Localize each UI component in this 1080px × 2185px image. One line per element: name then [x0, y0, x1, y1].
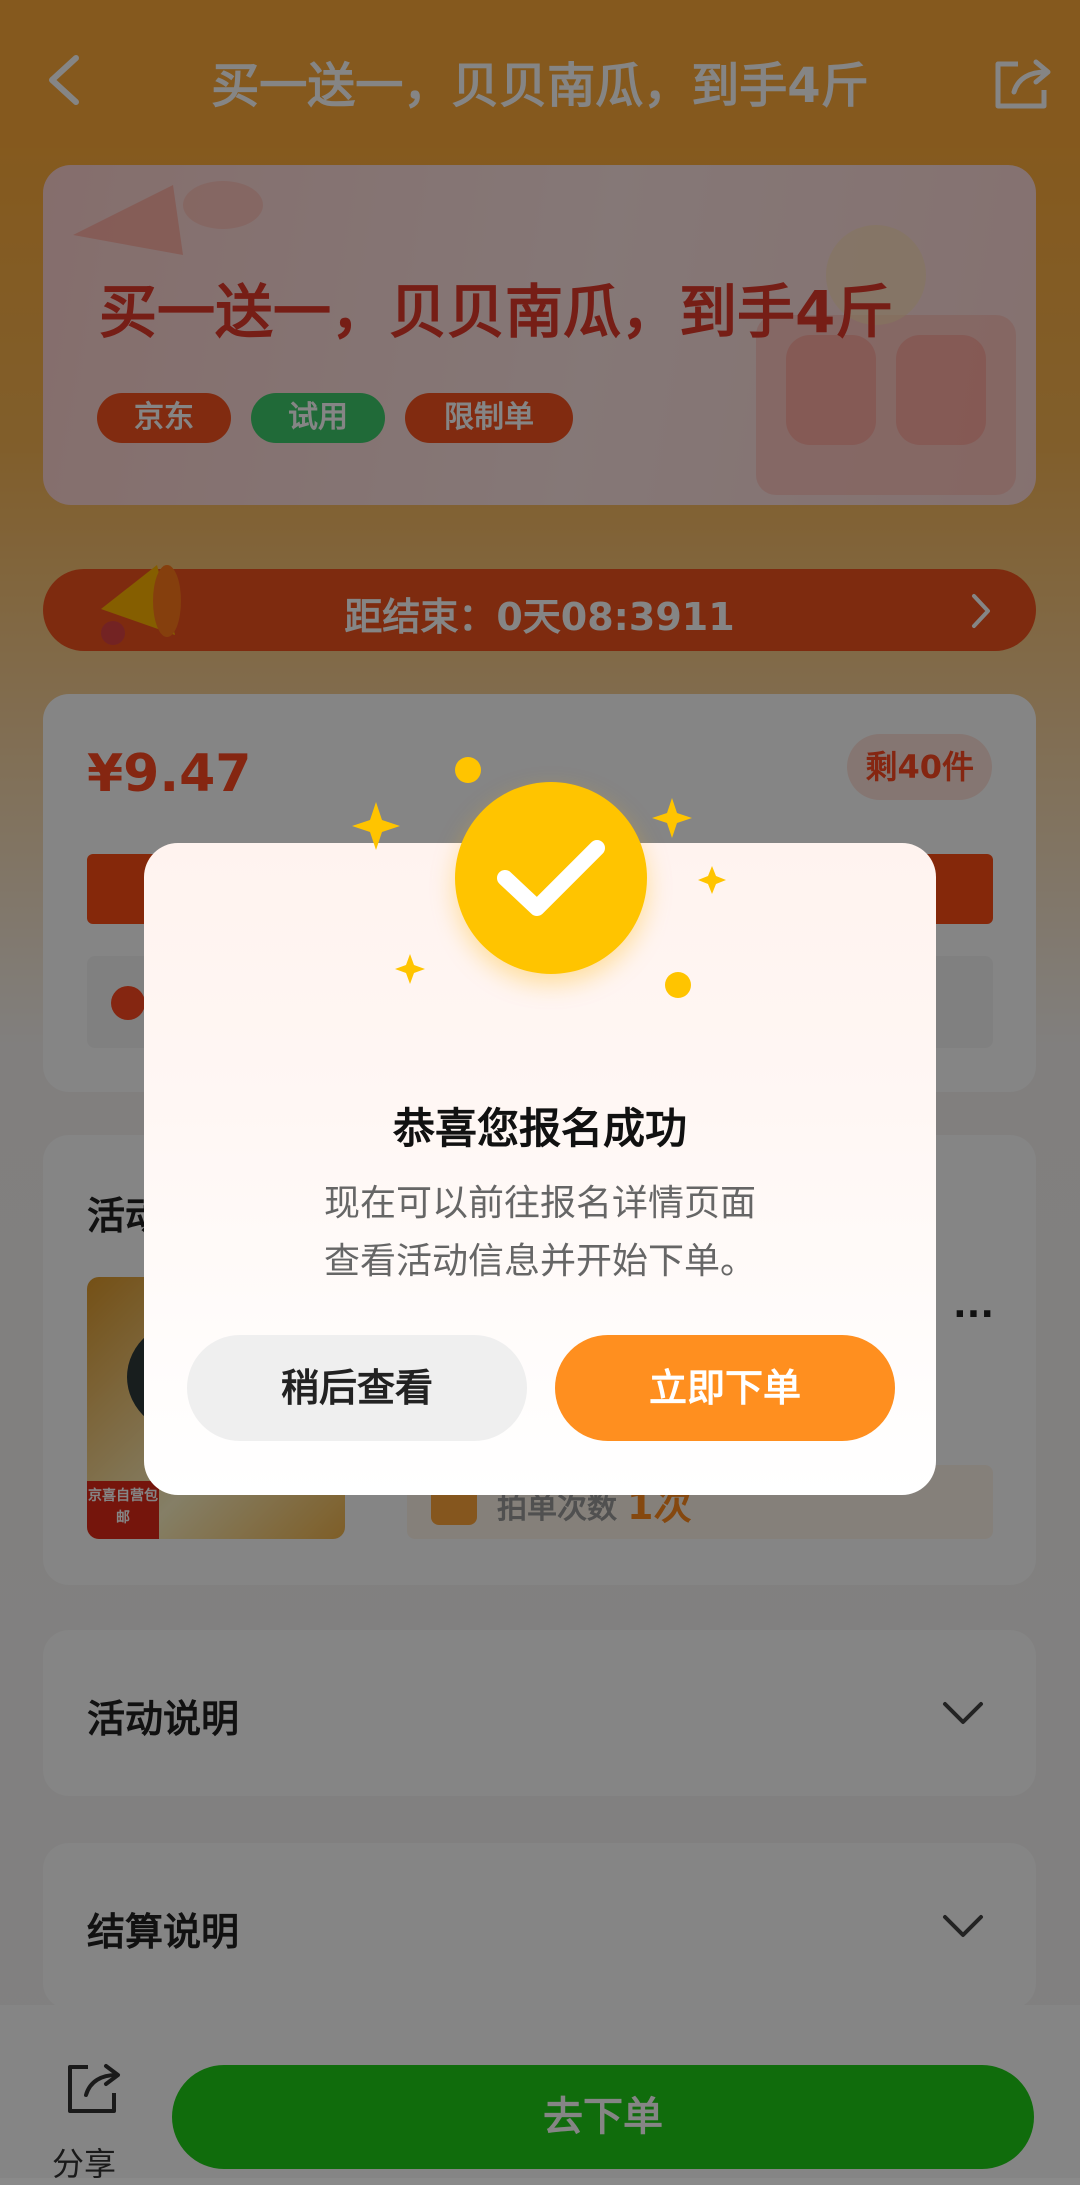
modal-message: 现在可以前往报名详情页面 查看活动信息并开始下单。	[144, 1175, 936, 1291]
order-now-button[interactable]: 立即下单	[555, 1335, 895, 1441]
modal-title: 恭喜您报名成功	[392, 1104, 687, 1153]
success-check-icon	[455, 782, 647, 974]
modal-message-line-2: 查看活动信息并开始下单。	[323, 1241, 756, 1282]
view-later-button[interactable]: 稍后查看	[187, 1335, 527, 1441]
modal-message-line-1: 现在可以前往报名详情页面	[323, 1183, 756, 1224]
